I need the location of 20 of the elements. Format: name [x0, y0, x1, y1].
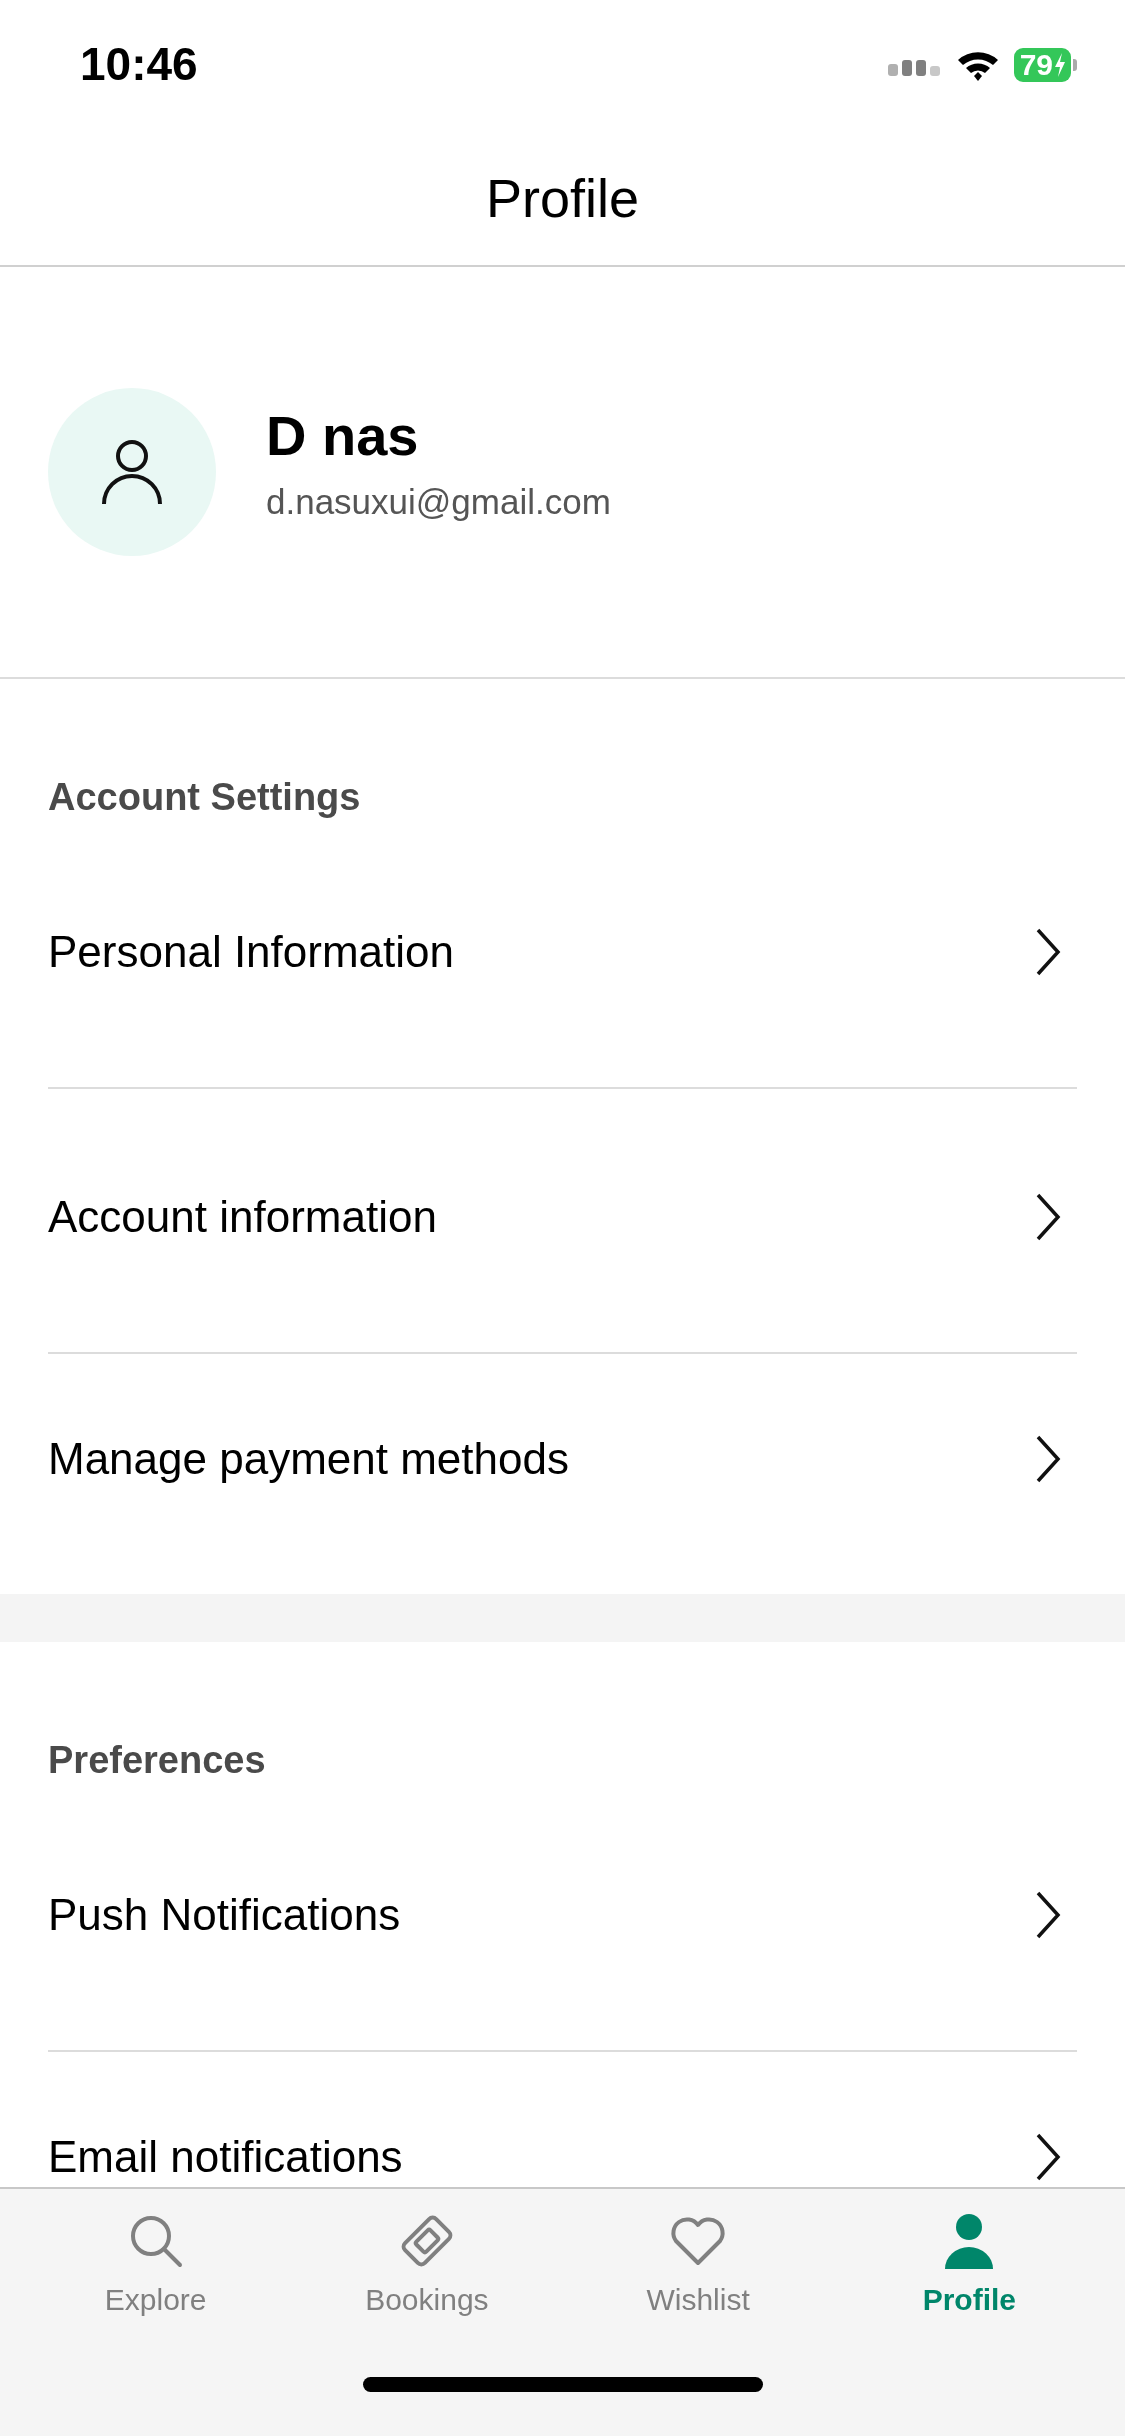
chevron-icon	[1035, 1889, 1061, 1940]
profile-name: D nas	[266, 402, 420, 468]
section-heading: Preferences	[48, 1738, 267, 1783]
tab[interactable]: Wishlist	[583, 2211, 814, 2317]
menu-row[interactable]: Push Notifications	[48, 1787, 1077, 2052]
profile-email: d.nasuxui@gmail.com	[266, 481, 611, 522]
menu-row[interactable]: Email notifications	[48, 2052, 1077, 2187]
chevron-icon	[1035, 926, 1061, 977]
chevron-icon	[1035, 2132, 1061, 2182]
page-title: Profile	[485, 166, 640, 229]
menu-row[interactable]: Personal Information	[48, 824, 1077, 1089]
chevron-icon	[1035, 1191, 1061, 1242]
menu-row[interactable]: Account information	[48, 1089, 1077, 1354]
status-time: 10:46	[80, 37, 198, 91]
chevron-icon	[1035, 1434, 1061, 1484]
tab[interactable]: Profile	[854, 2211, 1085, 2317]
menu-row[interactable]: Manage payment methods	[48, 1354, 1077, 1594]
tab[interactable]: Explore	[40, 2211, 271, 2317]
tab[interactable]: Bookings	[311, 2211, 542, 2317]
section-heading: Account Settings	[48, 775, 362, 820]
